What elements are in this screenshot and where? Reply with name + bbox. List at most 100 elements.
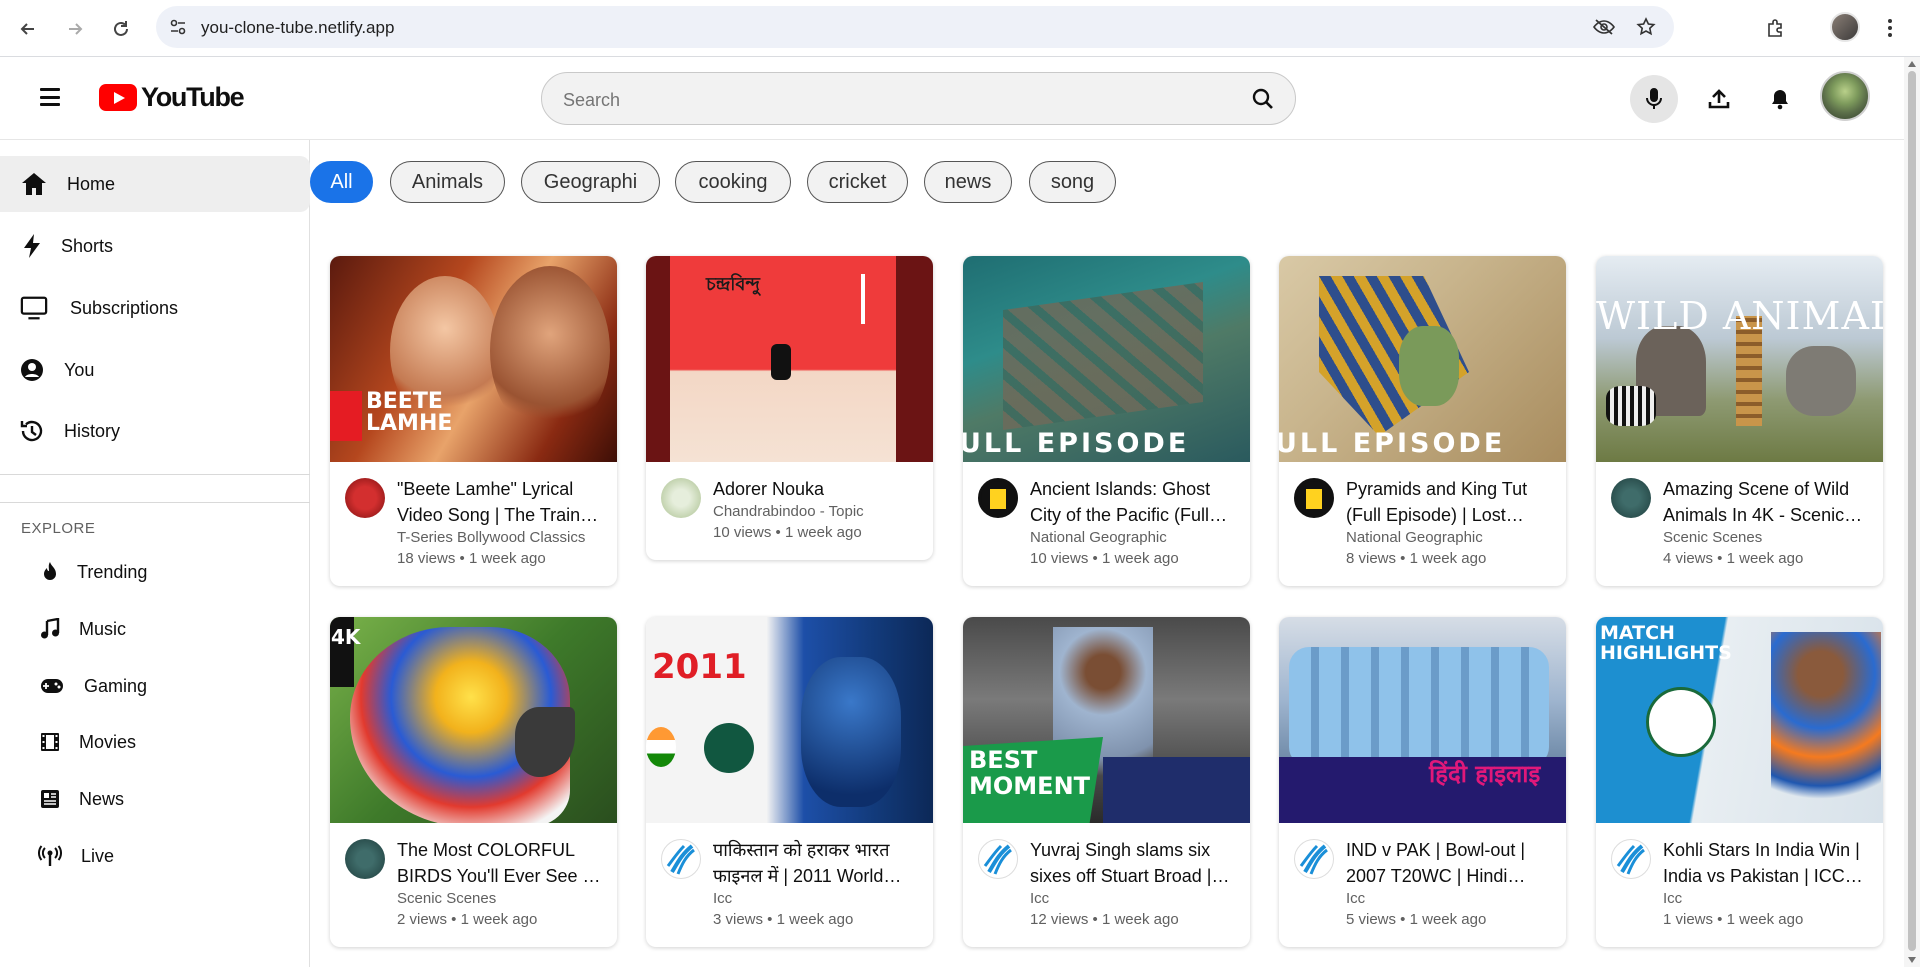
channel-avatar[interactable] [345, 839, 385, 879]
site-info-icon[interactable] [168, 17, 188, 37]
scrollbar-thumb[interactable] [1908, 71, 1916, 951]
page-scrollbar[interactable] [1904, 57, 1920, 967]
video-title[interactable]: Amazing Scene of Wild Animals In 4K - Sc… [1663, 476, 1871, 528]
history-icon [18, 417, 46, 445]
channel-avatar[interactable] [978, 478, 1018, 518]
channel-name[interactable]: T-Series Bollywood Classics [397, 529, 585, 546]
video-title[interactable]: IND v PAK | Bowl-out | 2007 T20WC | Hind… [1346, 837, 1554, 889]
channel-avatar[interactable] [661, 478, 701, 518]
sidebar-item-label: Shorts [61, 235, 114, 256]
video-title[interactable]: Adorer Nouka [713, 476, 921, 502]
sidebar-item-live[interactable]: Live [0, 831, 310, 881]
user-avatar[interactable] [1820, 71, 1870, 121]
sidebar-item-you[interactable]: You [0, 342, 310, 398]
video-card[interactable]: ULL EPISODE Pyramids and King Tut (Full … [1279, 256, 1566, 586]
video-card[interactable]: BEETE LAMHE "Beete Lamhe" Lyrical Video … [330, 256, 617, 586]
video-thumbnail[interactable]: हिंदी हाइलाइ [1279, 617, 1566, 823]
thumbnail-text: MATCH HIGHLIGHTS [1600, 622, 1732, 664]
channel-avatar[interactable] [1294, 478, 1334, 518]
chip-song[interactable]: song [1029, 161, 1116, 203]
video-thumbnail[interactable]: 2011 [646, 617, 933, 823]
sidebar-item-news[interactable]: News [0, 774, 310, 824]
video-title[interactable]: "Beete Lamhe" Lyrical Video Song | The T… [397, 476, 605, 528]
channel-name[interactable]: Icc [1030, 890, 1049, 907]
channel-avatar[interactable] [661, 839, 701, 879]
youtube-logo[interactable]: YouTube [99, 82, 245, 112]
video-thumbnail[interactable]: MATCH HIGHLIGHTS [1596, 617, 1883, 823]
video-card[interactable]: 4K The Most COLORFUL BIRDS You'll Ever S… [330, 617, 617, 947]
browser-profile-avatar[interactable] [1830, 12, 1860, 42]
music-note-icon [38, 617, 62, 641]
video-card[interactable]: हिंदी हाइलाइ IND v PAK | Bowl-out | 2007… [1279, 617, 1566, 947]
video-card[interactable]: চন্দ্রবিন্দু Adorer Nouka Chandrabindoo … [646, 256, 933, 560]
sidebar-item-shorts[interactable]: Shorts [0, 218, 310, 274]
sidebar-item-label: Movies [79, 731, 137, 752]
video-title[interactable]: पाकिस्तान को हराकर भारत फाइनल में | 2011… [713, 837, 921, 889]
video-title[interactable]: Kohli Stars In India Win | India vs Paki… [1663, 837, 1871, 889]
search-icon[interactable] [1251, 87, 1275, 111]
chip-all[interactable]: All [310, 161, 373, 203]
sidebar-item-label: Gaming [84, 675, 148, 696]
video-title[interactable]: Yuvraj Singh slams six sixes off Stuart … [1030, 837, 1238, 889]
channel-avatar[interactable] [345, 478, 385, 518]
browser-menu-icon[interactable] [1880, 14, 1900, 42]
channel-name[interactable]: Icc [1346, 890, 1365, 907]
channel-avatar[interactable] [1611, 839, 1651, 879]
video-meta: 1 views • 1 week ago [1663, 911, 1804, 928]
video-thumbnail[interactable]: ULL EPISODE [1279, 256, 1566, 462]
channel-name[interactable]: National Geographic [1346, 529, 1483, 546]
channel-avatar[interactable] [1294, 839, 1334, 879]
channel-avatar[interactable] [978, 839, 1018, 879]
channel-name[interactable]: Icc [713, 890, 732, 907]
video-card[interactable]: BEST MOMENT Yuvraj Singh slams six sixes… [963, 617, 1250, 947]
sidebar-item-music[interactable]: Music [0, 604, 310, 654]
sidebar-item-subscriptions[interactable]: Subscriptions [0, 280, 310, 336]
back-button[interactable] [10, 11, 46, 47]
upload-button[interactable] [1695, 75, 1743, 123]
video-title[interactable]: Ancient Islands: Ghost City of the Pacif… [1030, 476, 1238, 528]
video-thumbnail[interactable]: BEST MOMENT [963, 617, 1250, 823]
chip-animals[interactable]: Animals [390, 161, 505, 203]
video-thumbnail[interactable]: চন্দ্রবিন্দু [646, 256, 933, 462]
sidebar-item-movies[interactable]: Movies [0, 717, 310, 767]
eye-off-icon[interactable] [1592, 16, 1616, 38]
video-thumbnail[interactable]: WILD ANIMALS [1596, 256, 1883, 462]
menu-icon[interactable] [38, 85, 62, 109]
forward-button[interactable] [57, 11, 93, 47]
sidebar-item-home[interactable]: Home [0, 156, 310, 212]
video-card[interactable]: ULL EPISODE Ancient Islands: Ghost City … [963, 256, 1250, 586]
video-title[interactable]: Pyramids and King Tut (Full Episode) | L… [1346, 476, 1554, 528]
sidebar-item-history[interactable]: History [0, 403, 310, 459]
channel-name[interactable]: Icc [1663, 890, 1682, 907]
extensions-puzzle-icon[interactable] [1762, 14, 1790, 42]
search-input[interactable]: Search [541, 72, 1296, 125]
channel-name[interactable]: Chandrabindoo - Topic [713, 503, 864, 520]
video-card[interactable]: MATCH HIGHLIGHTS Kohli Stars In India Wi… [1596, 617, 1883, 947]
address-bar[interactable]: you-clone-tube.netlify.app [156, 6, 1674, 48]
scroll-up-arrow[interactable] [1908, 61, 1916, 67]
sidebar-item-gaming[interactable]: Gaming [0, 661, 310, 711]
video-card[interactable]: WILD ANIMALS Amazing Scene of Wild Anima… [1596, 256, 1883, 586]
video-card[interactable]: 2011 पाकिस्तान को हराकर भारत फाइनल में |… [646, 617, 933, 947]
video-thumbnail[interactable]: 4K [330, 617, 617, 823]
video-thumbnail[interactable]: BEETE LAMHE [330, 256, 617, 462]
channel-avatar[interactable] [1611, 478, 1651, 518]
video-title[interactable]: The Most COLORFUL BIRDS You'll Ever See … [397, 837, 605, 889]
channel-name[interactable]: Scenic Scenes [397, 890, 496, 907]
chip-cooking[interactable]: cooking [675, 161, 791, 203]
reload-button[interactable] [103, 11, 139, 47]
sidebar-item-trending[interactable]: Trending [0, 547, 310, 597]
chip-cricket[interactable]: cricket [807, 161, 908, 203]
bell-icon [1772, 90, 1788, 110]
video-thumbnail[interactable]: ULL EPISODE [963, 256, 1250, 462]
chip-geographi[interactable]: Geographi [521, 161, 660, 203]
video-meta: 3 views • 1 week ago [713, 911, 854, 928]
video-meta: 8 views • 1 week ago [1346, 550, 1487, 567]
chip-news[interactable]: news [924, 161, 1012, 203]
notifications-button[interactable] [1756, 75, 1804, 123]
bookmark-star-icon[interactable] [1634, 16, 1658, 38]
voice-search-button[interactable] [1630, 75, 1678, 123]
channel-name[interactable]: Scenic Scenes [1663, 529, 1762, 546]
scroll-down-arrow[interactable] [1908, 957, 1916, 963]
channel-name[interactable]: National Geographic [1030, 529, 1167, 546]
